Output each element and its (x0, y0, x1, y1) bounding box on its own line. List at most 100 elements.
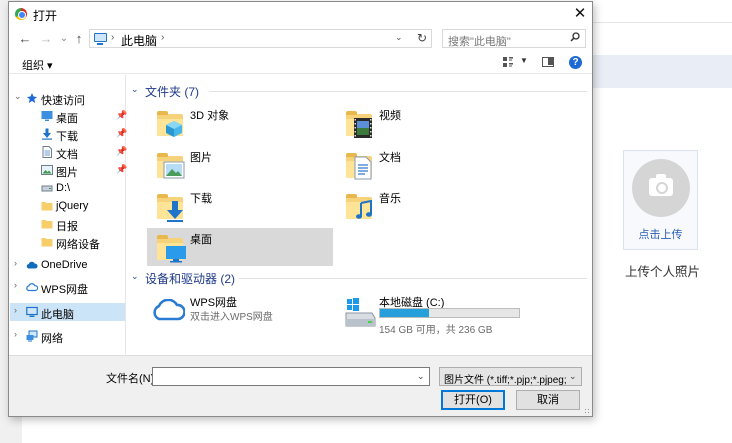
disk-usage-fill (380, 309, 429, 317)
folder-name: 桌面 (190, 234, 212, 246)
local-disk-icon (345, 298, 376, 327)
folder-tile-desktop[interactable]: 桌面 (147, 228, 333, 266)
expand-chevron-icon[interactable]: › (14, 280, 17, 290)
wps-cloud-icon (153, 299, 185, 321)
folder-icon (155, 191, 187, 223)
up-arrow-icon[interactable]: ↑ (72, 30, 86, 48)
open-button[interactable]: 打开(O) (441, 390, 505, 410)
folder-name: 音乐 (379, 193, 401, 205)
chevron-down-icon[interactable]: ▼ (520, 56, 528, 65)
disk-usage-bar (379, 308, 520, 318)
filename-field[interactable]: ⌄ (152, 367, 430, 386)
sidebar-item-documents[interactable]: 文档 📌 (10, 143, 127, 161)
folder-tile-downloads[interactable]: 下载 (147, 187, 333, 225)
search-input[interactable]: 搜索"此电脑" (442, 29, 586, 48)
sidebar-item-wps-cloud[interactable]: › WPS网盘 (10, 278, 125, 296)
refresh-icon[interactable]: ↻ (417, 31, 427, 45)
upload-photo-button[interactable]: 点击上传 (623, 150, 698, 250)
chevron-down-icon[interactable]: ⌄ (417, 371, 425, 382)
folders-group-title: 文件夹 (7) (145, 85, 200, 99)
command-bar: 组织 ▾ ▼ ? (9, 52, 592, 74)
sidebar-item-daily-report[interactable]: 日报 (10, 215, 125, 233)
folder-icon (41, 220, 53, 229)
folder-icon (344, 191, 376, 223)
sidebar-item-pictures[interactable]: 图片 📌 (10, 161, 127, 179)
sidebar-item-network-devices[interactable]: 网络设备 (10, 233, 125, 251)
sidebar-item-onedrive[interactable]: › OneDrive (10, 256, 125, 274)
file-list-area: ⌄ 文件夹 (7) 3D 对象 视频 图片 文档 下载 音乐 桌面 ⌄ 设备和驱… (127, 75, 591, 354)
sidebar-item-downloads[interactable]: 下载 📌 (10, 125, 127, 143)
back-arrow-icon[interactable]: ← (18, 30, 32, 48)
pin-icon[interactable]: 📌 (116, 110, 127, 121)
chevron-down-icon[interactable]: ⌄ (569, 371, 577, 382)
onedrive-icon (26, 261, 38, 269)
folder-icon (155, 108, 187, 140)
help-icon[interactable]: ? (569, 56, 582, 69)
desktop-icon (41, 111, 53, 121)
recent-locations-icon[interactable]: ⌄ (57, 30, 71, 48)
resize-grip-icon[interactable] (584, 408, 591, 415)
folder-icon (41, 238, 53, 247)
address-segment[interactable]: 此电脑 (121, 32, 157, 49)
navigation-pane: ⌄ 快速访问 桌面 📌 下载 📌 文档 📌 图片 📌 D:\ jQuery 日报… (10, 75, 127, 354)
dialog-titlebar[interactable]: 打开 ✕ (9, 2, 592, 27)
sidebar-item-label: 桌面 (56, 113, 78, 125)
collapse-chevron-icon[interactable]: ⌄ (131, 271, 139, 282)
close-button[interactable]: ✕ (569, 4, 591, 24)
cancel-button[interactable]: 取消 (516, 390, 580, 410)
sidebar-item-label: WPS网盘 (41, 284, 89, 296)
chevron-right-icon[interactable]: › (161, 32, 164, 43)
dialog-footer: 文件名(N): ⌄ 图片文件 (*.tiff;*.pjp;*.pjpeg;*. … (9, 355, 592, 416)
preview-pane-icon[interactable] (542, 57, 554, 67)
folder-name: 视频 (379, 110, 401, 122)
sidebar-item-label: D:\ (56, 182, 71, 194)
picture-icon (163, 161, 185, 179)
sidebar-item-label: 此电脑 (41, 309, 74, 321)
devices-group-title: 设备和驱动器 (2) (145, 272, 236, 286)
organize-menu[interactable]: 组织 ▾ (22, 57, 53, 73)
expand-chevron-icon[interactable]: › (14, 258, 17, 268)
sidebar-item-desktop[interactable]: 桌面 📌 (10, 107, 127, 125)
collapse-chevron-icon[interactable]: ⌄ (131, 84, 139, 95)
device-tile-wps-cloud[interactable]: WPS网盘 双击进入WPS网盘 (147, 291, 333, 331)
folder-name: 文档 (379, 152, 401, 164)
chevron-down-icon[interactable]: ⌄ (395, 32, 403, 43)
folder-name: 下载 (190, 193, 212, 205)
pin-icon[interactable]: 📌 (116, 164, 127, 175)
folder-tile-documents[interactable]: 文档 (336, 146, 522, 184)
filetype-select[interactable]: 图片文件 (*.tiff;*.pjp;*.pjpeg;*. ⌄ (439, 367, 582, 386)
network-icon (26, 330, 38, 342)
expand-chevron-icon[interactable]: › (14, 329, 17, 339)
pin-icon[interactable]: 📌 (116, 146, 127, 157)
folder-tile-3d-objects[interactable]: 3D 对象 (147, 104, 333, 142)
page-divider (590, 22, 732, 23)
view-options-icon[interactable] (502, 56, 514, 68)
expand-chevron-icon[interactable]: › (14, 305, 17, 315)
upload-caption: 上传个人照片 (624, 265, 700, 279)
device-tile-local-disk-c[interactable]: 本地磁盘 (C:) 154 GB 可用，共 236 GB (336, 291, 526, 336)
sidebar-item-jquery[interactable]: jQuery (10, 197, 125, 215)
folder-icon (41, 202, 53, 211)
open-file-dialog: 打开 ✕ ← → ⌄ ↑ › 此电脑 › ⌄ ↻ 搜索"此电脑" 组织 ▾ ▼ … (8, 1, 593, 417)
expand-chevron-icon[interactable]: ⌄ (14, 91, 22, 102)
sidebar-item-label: 快速访问 (41, 95, 85, 107)
3d-objects-icon (166, 121, 182, 137)
chevron-right-icon[interactable]: › (111, 32, 114, 43)
folder-tile-music[interactable]: 音乐 (336, 187, 522, 225)
sidebar-item-label: 图片 (56, 167, 78, 179)
pin-icon[interactable]: 📌 (116, 128, 127, 139)
this-pc-icon (94, 33, 107, 45)
forward-arrow-icon[interactable]: → (39, 30, 53, 48)
sidebar-item-network[interactable]: › 网络 (10, 327, 125, 345)
search-icon[interactable] (570, 32, 580, 42)
device-subtitle: 双击进入WPS网盘 (190, 312, 273, 323)
sidebar-item-quick-access[interactable]: ⌄ 快速访问 (10, 89, 125, 107)
group-divider (239, 278, 587, 279)
address-bar[interactable]: › 此电脑 › ⌄ ↻ (89, 29, 432, 48)
sidebar-item-d-drive[interactable]: D:\ (10, 179, 125, 197)
video-icon (354, 118, 372, 138)
folder-tile-pictures[interactable]: 图片 (147, 146, 333, 184)
sidebar-item-this-pc[interactable]: › 此电脑 (10, 303, 125, 321)
folder-tile-videos[interactable]: 视频 (336, 104, 522, 142)
download-icon (42, 128, 52, 140)
